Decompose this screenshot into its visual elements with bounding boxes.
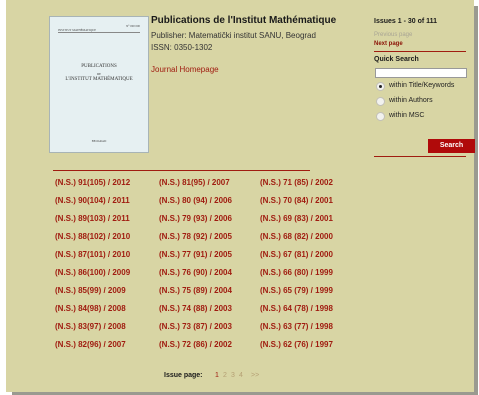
cover-title-de: DE: [97, 72, 101, 76]
pager-page-1: 1: [215, 372, 219, 379]
issue-link[interactable]: (N.S.) 89(103) / 2011: [55, 214, 130, 223]
issue-link[interactable]: (N.S.) 72 (86) / 2002: [159, 340, 232, 349]
cover-rule: [58, 32, 140, 33]
page-shadow-right: [474, 6, 478, 395]
issue-link[interactable]: (N.S.) 69 (83) / 2001: [260, 214, 333, 223]
issue-link[interactable]: (N.S.) 77 (91) / 2005: [159, 250, 232, 259]
pager-page-3[interactable]: 3: [231, 372, 235, 379]
issue-link[interactable]: (N.S.) 83(97) / 2008: [55, 322, 126, 331]
issue-link[interactable]: (N.S.) 63 (77) / 1998: [260, 322, 333, 331]
cover-top-right-text: N° 000 000: [126, 24, 140, 28]
cover-title-line2: L'INSTITUT MATHÉMATIQUE: [65, 77, 133, 82]
cover-bottom-text: BEOGRAD: [91, 139, 107, 143]
issue-link[interactable]: (N.S.) 68 (82) / 2000: [260, 232, 333, 241]
journal-cover-image: INSTITUT MATHÉMATIQUE N° 000 000 PUBLICA…: [49, 16, 149, 153]
issue-link[interactable]: (N.S.) 84(98) / 2008: [55, 304, 126, 313]
issue-link[interactable]: (N.S.) 64 (78) / 1998: [260, 304, 333, 313]
issue-link[interactable]: (N.S.) 91(105) / 2012: [55, 178, 130, 187]
radio-label: within Title/Keywords: [389, 82, 455, 89]
sidebar-bottom-divider: [374, 156, 466, 157]
issue-link[interactable]: (N.S.) 78 (92) / 2005: [159, 232, 232, 241]
issue-link[interactable]: (N.S.) 74 (88) / 2003: [159, 304, 232, 313]
previous-page-link: Previous page: [374, 32, 413, 38]
issue-link[interactable]: (N.S.) 82(96) / 2007: [55, 340, 126, 349]
issue-link[interactable]: (N.S.) 75 (89) / 2004: [159, 286, 232, 295]
issues-range-text: Issues 1 - 30 of 111: [374, 18, 438, 25]
issue-link[interactable]: (N.S.) 88(102) / 2010: [55, 232, 130, 241]
journal-homepage-link[interactable]: Journal Homepage: [151, 65, 219, 74]
issue-link[interactable]: (N.S.) 71 (85) / 2002: [260, 178, 333, 187]
issue-link[interactable]: (N.S.) 66 (80) / 1999: [260, 268, 333, 277]
issue-link[interactable]: (N.S.) 67 (81) / 2000: [260, 250, 333, 259]
issue-link[interactable]: (N.S.) 80 (94) / 2006: [159, 196, 232, 205]
quick-search-input[interactable]: [375, 68, 467, 78]
issue-link[interactable]: (N.S.) 87(101) / 2010: [55, 250, 130, 259]
radio-label: within Authors: [389, 97, 433, 104]
radio-button[interactable]: [376, 112, 385, 121]
radio-label: within MSC: [389, 112, 425, 119]
pager-page-2[interactable]: 2: [223, 372, 227, 379]
cover-title-line1: PUBLICATIONS: [81, 64, 117, 69]
issues-top-divider: [53, 170, 310, 171]
pager-next-link[interactable]: >>: [251, 372, 259, 379]
issue-link[interactable]: (N.S.) 86(100) / 2009: [55, 268, 130, 277]
journal-title: Publications de l'Institut Mathématique: [151, 15, 337, 26]
pager-page-4[interactable]: 4: [239, 372, 243, 379]
issue-link[interactable]: (N.S.) 81(95) / 2007: [159, 178, 230, 187]
issue-link[interactable]: (N.S.) 79 (93) / 2006: [159, 214, 232, 223]
issue-link[interactable]: (N.S.) 90(104) / 2011: [55, 196, 130, 205]
pager-label: Issue page:: [164, 372, 203, 379]
issue-link[interactable]: (N.S.) 73 (87) / 2003: [159, 322, 232, 331]
publisher-info: Publisher: Matematički institut SANU, Be…: [151, 31, 316, 40]
sidebar-divider: [374, 51, 466, 52]
issue-link[interactable]: (N.S.) 85(99) / 2009: [55, 286, 126, 295]
issue-link[interactable]: (N.S.) 65 (79) / 1999: [260, 286, 333, 295]
quick-search-title: Quick Search: [374, 56, 419, 63]
issue-link[interactable]: (N.S.) 76 (90) / 2004: [159, 268, 232, 277]
issue-link[interactable]: (N.S.) 62 (76) / 1997: [260, 340, 333, 349]
issue-link[interactable]: (N.S.) 70 (84) / 2001: [260, 196, 333, 205]
radio-button-checked[interactable]: [376, 82, 385, 91]
search-button[interactable]: Search: [428, 139, 475, 153]
next-page-link[interactable]: Next page: [374, 41, 403, 47]
radio-button[interactable]: [376, 97, 385, 106]
issn-info: ISSN: 0350-1302: [151, 43, 213, 52]
